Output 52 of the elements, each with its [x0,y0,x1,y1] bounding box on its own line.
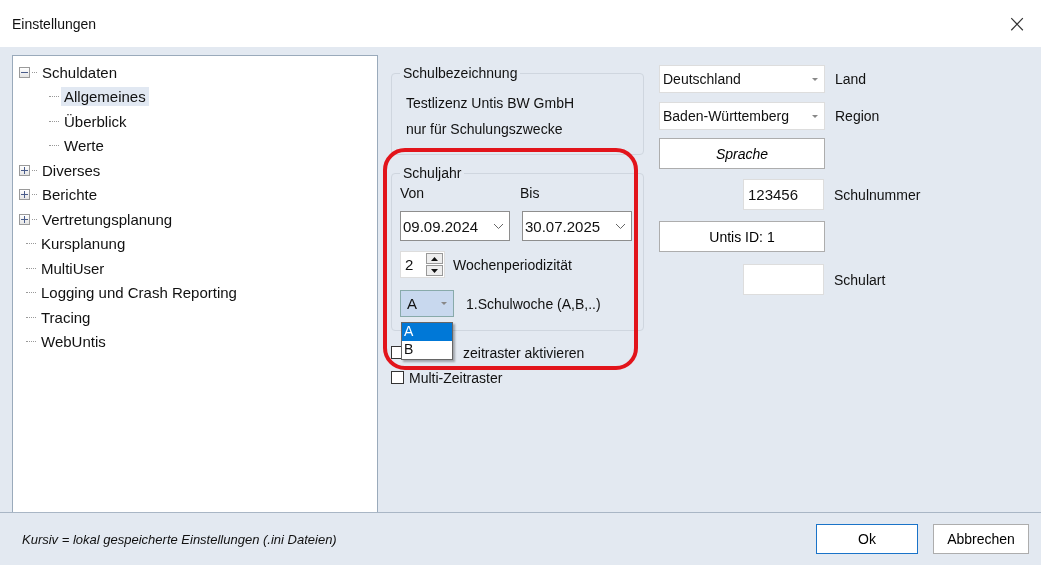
tree-item[interactable]: Diverses [39,160,104,180]
tree-item[interactable]: Kursplanung [38,234,129,254]
chevron-down-icon[interactable] [493,222,504,230]
dropdown-arrow-icon[interactable] [812,114,818,118]
ok-button[interactable]: Ok [816,524,918,554]
chevron-down-icon[interactable] [615,222,626,230]
tree-item[interactable]: WebUntis [38,332,109,352]
country-select[interactable]: Deutschland [659,65,825,93]
dropdown-option[interactable]: A [402,323,452,341]
group-title: Schulbezeichnung [402,65,519,81]
tree-item[interactable]: Schuldaten [39,62,121,82]
expand-icon[interactable] [19,213,30,225]
language-button[interactable]: Sprache [659,138,825,169]
school-number-field[interactable]: 123456 [743,179,824,210]
school-type-label: Schulart [834,271,886,288]
tree-item[interactable]: Allgemeines [61,87,149,107]
group-title: Schuljahr [402,165,463,181]
tree-item[interactable]: Logging und Crash Reporting [38,283,240,303]
collapse-icon[interactable] [19,66,30,78]
school-type-field[interactable] [743,264,824,295]
checkbox[interactable] [391,371,404,384]
tree-item[interactable]: Überblick [61,111,130,131]
cancel-button[interactable]: Abbrechen [933,524,1029,554]
from-label: Von [400,185,426,201]
to-label: Bis [520,185,540,201]
number-spinner[interactable]: 2 [400,251,445,278]
window-title: Einstellungen [12,15,97,32]
expand-icon[interactable] [19,189,30,201]
tree-item[interactable]: Werte [61,136,107,156]
date-picker[interactable]: 30.07.2025 [522,211,632,241]
checkbox-label: Multi-Zeitraster [409,369,503,386]
tree-item[interactable]: Vertretungsplanung [39,209,176,229]
week-dropdown[interactable]: A [400,290,454,317]
dropdown-option[interactable]: B [402,341,452,359]
tree-item[interactable]: MultiUser [38,258,108,278]
periodicity-label: Wochenperiodizität [453,256,572,273]
region-select[interactable]: Baden-Württemberg [659,102,825,130]
school-number-label: Schulnummer [834,186,921,203]
date-picker[interactable]: 09.09.2024 [400,211,510,241]
footer-note: Kursiv = lokal gespeicherte Einstellungen (.ini Dateien) [22,531,338,547]
country-label: Land [835,71,867,87]
checkbox-label: zeitraster aktivieren [463,344,585,361]
school-name-text: nur für Schulungszwecke [406,121,564,137]
tree-item[interactable]: Berichte [39,185,101,205]
expand-icon[interactable] [19,164,30,176]
close-button[interactable]: × [1002,9,1031,38]
region-label: Region [835,108,880,124]
first-week-label: 1.Schulwoche (A,B,..) [466,295,601,312]
school-name-text: Testlizenz Untis BW GmbH [406,95,576,111]
dropdown-arrow-icon[interactable] [812,77,818,81]
untis-id-button[interactable]: Untis ID: 1 [659,221,825,252]
tree-item[interactable]: Tracing [38,307,94,327]
